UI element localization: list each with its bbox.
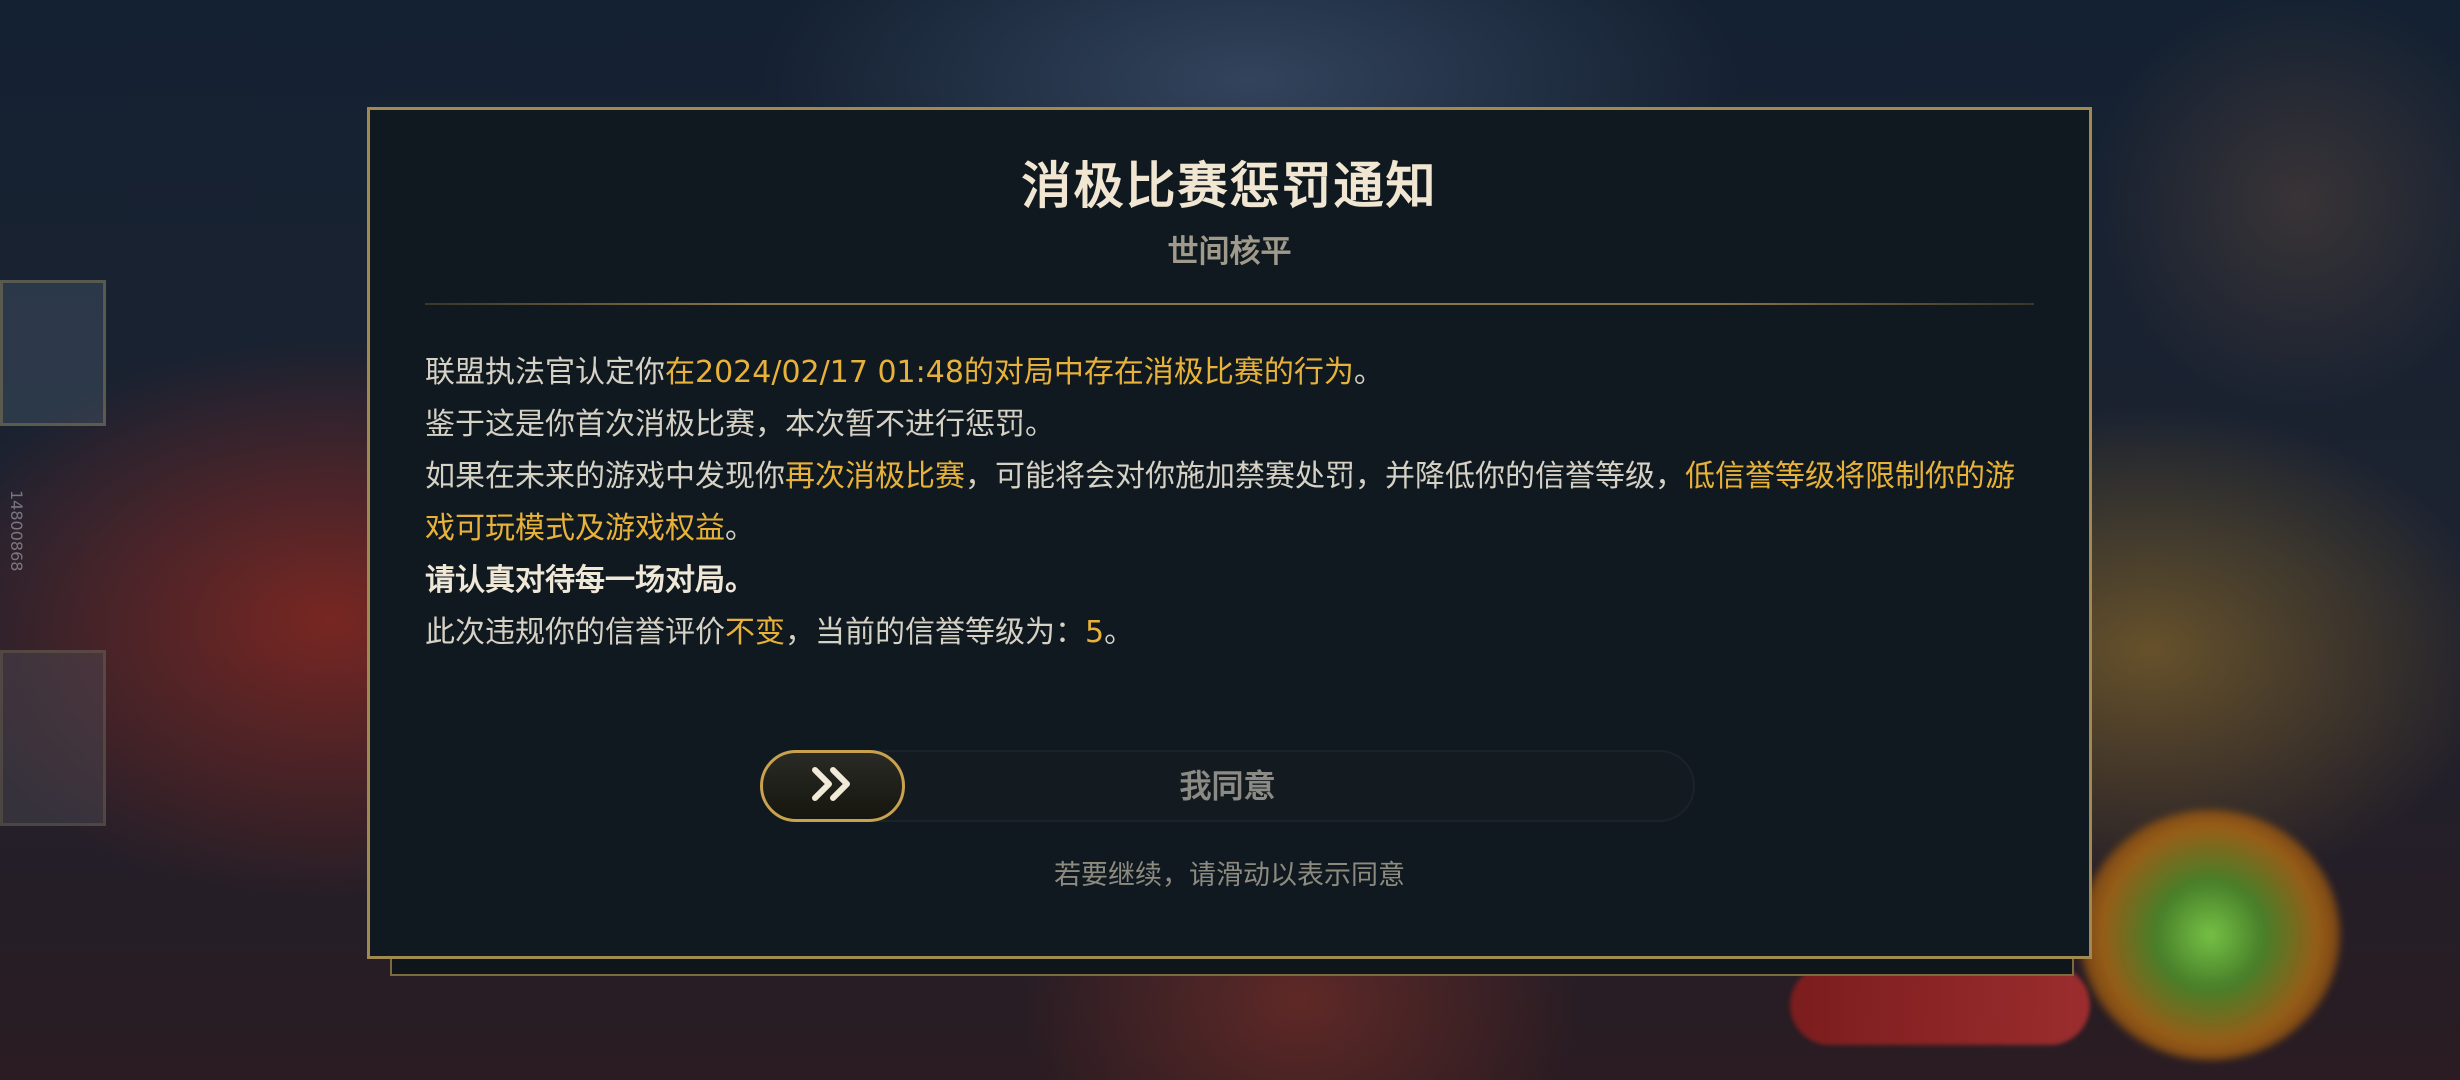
divider <box>425 303 2034 305</box>
highlight-text: 不变 <box>725 615 785 650</box>
notice-text: ，可能将会对你施加禁赛处罚，并降低你的信誉等级， <box>965 459 1685 494</box>
agree-slider[interactable]: 我同意 <box>760 750 1695 822</box>
notice-line: 联盟执法官认定你在2024/02/17 01:48的对局中存在消极比赛的行为。 <box>425 347 2039 399</box>
notice-line-emphasis: 请认真对待每一场对局。 <box>425 563 755 598</box>
background-side-text: 14800868 <box>7 490 26 572</box>
agree-slider-handle[interactable] <box>760 750 905 822</box>
highlight-text: 再次消极比赛 <box>785 459 965 494</box>
notice-text: 。 <box>1104 615 1135 650</box>
background-panel <box>0 280 106 426</box>
notice-text: 。 <box>725 511 755 546</box>
slide-hint: 若要继续，请滑动以表示同意 <box>1054 860 1405 891</box>
notice-text: 。 <box>1353 355 1384 390</box>
notice-text: ，当前的信誉等级为： <box>785 615 1085 650</box>
notice-body: 联盟执法官认定你在2024/02/17 01:48的对局中存在消极比赛的行为。 … <box>425 347 2039 659</box>
penalty-notice-dialog: 消极比赛惩罚通知 世间核平 联盟执法官认定你在2024/02/17 01:48的… <box>367 107 2092 959</box>
background-panel <box>0 650 106 826</box>
notice-line: 鉴于这是你首次消极比赛，本次暂不进行惩罚。 <box>425 407 1055 442</box>
dialog-title: 消极比赛惩罚通知 <box>1021 157 1438 215</box>
notice-text: 如果在未来的游戏中发现你 <box>425 459 785 494</box>
background-button <box>1790 965 2090 1045</box>
notice-line: 如果在未来的游戏中发现你再次消极比赛，可能将会对你施加禁赛处罚，并降低你的信誉等… <box>425 451 2039 555</box>
dialog-subtitle: 世间核平 <box>1167 234 1292 270</box>
double-chevron-right-icon <box>809 766 857 806</box>
honor-level-value: 5 <box>1085 615 1105 650</box>
notice-line: 此次违规你的信誉评价不变，当前的信誉等级为：5。 <box>425 607 2039 659</box>
background-orb <box>2080 810 2340 1060</box>
notice-text: 联盟执法官认定你 <box>425 355 665 390</box>
highlight-text: 在2024/02/17 01:48的对局中存在消极比赛的行为 <box>665 355 1354 390</box>
notice-text: 此次违规你的信誉评价 <box>425 615 725 650</box>
